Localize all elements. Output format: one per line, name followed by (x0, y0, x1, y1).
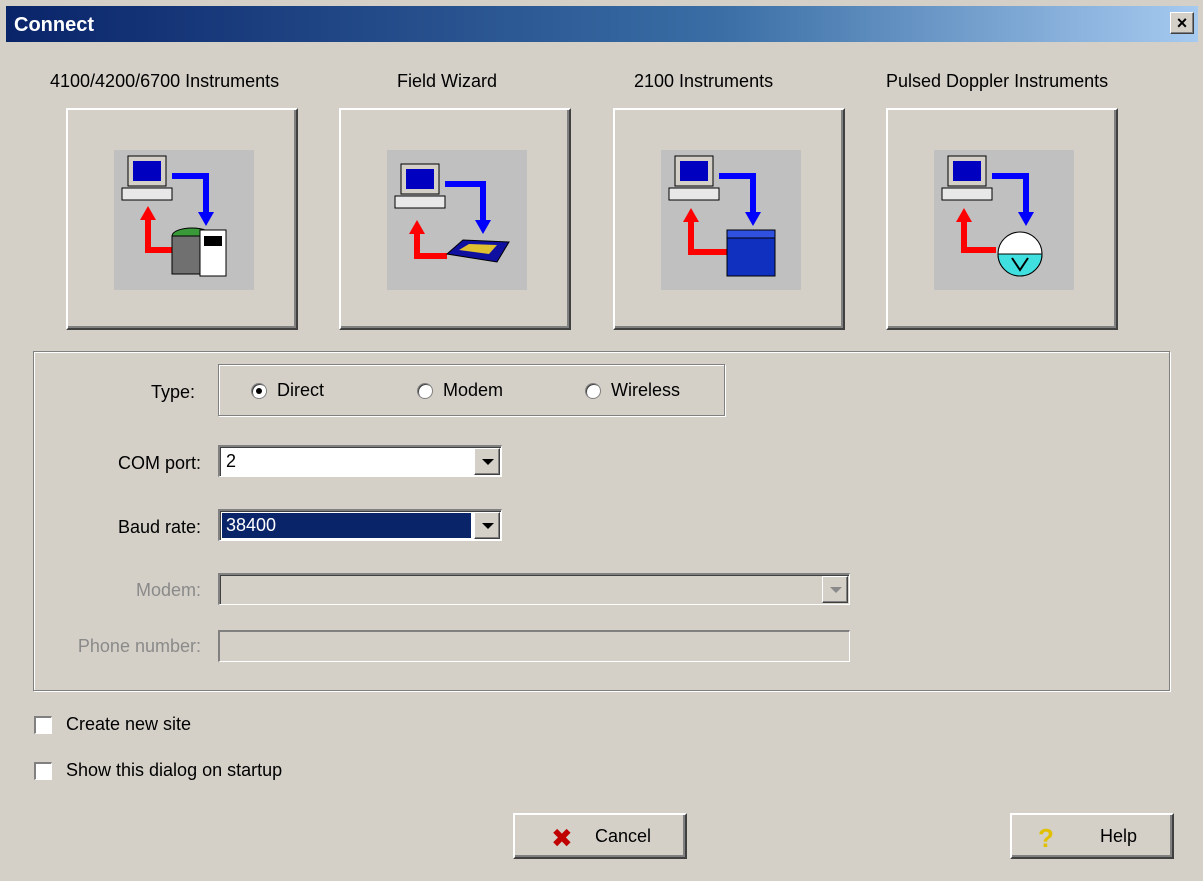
cancel-label: Cancel (595, 826, 652, 846)
instrument-button-field-wizard[interactable] (339, 108, 571, 330)
radio-direct[interactable]: Direct (251, 380, 324, 401)
radio-wireless[interactable]: Wireless (585, 380, 680, 401)
instrument-button-pulsed-doppler[interactable] (886, 108, 1118, 330)
instrument-label-pulsed-doppler: Pulsed Doppler Instruments (886, 71, 1109, 91)
window-title: Connect (14, 14, 94, 36)
help-button[interactable]: ? Help (1010, 813, 1174, 859)
close-icon: × (1176, 13, 1188, 33)
chevron-down-icon[interactable] (474, 448, 500, 475)
title-bar: Connect × (6, 6, 1198, 42)
radio-modem-label: Modem (443, 380, 504, 400)
show-on-startup-box[interactable] (34, 761, 52, 780)
chevron-down-icon[interactable] (474, 512, 500, 539)
radio-direct-label: Direct (277, 380, 325, 400)
cancel-button[interactable]: ✖ Cancel (513, 813, 687, 859)
instrument-label-4100: 4100/4200/6700 Instruments (50, 71, 280, 91)
type-radio-group: Direct Modem Wireless (218, 364, 725, 416)
doppler-connect-icon (934, 150, 1074, 290)
baud-rate-label: Baud rate: (117, 517, 201, 537)
com-port-select[interactable]: 2 (218, 445, 502, 477)
radio-modem-indicator[interactable] (417, 382, 433, 399)
type-label: Type: (150, 382, 195, 402)
radio-wireless-indicator[interactable] (585, 382, 601, 399)
radio-modem[interactable]: Modem (417, 380, 503, 401)
create-new-site-checkbox[interactable]: Create new site (34, 714, 191, 735)
create-new-site-box[interactable] (34, 715, 52, 734)
field-wizard-connect-icon (387, 150, 527, 290)
com-port-value: 2 (226, 451, 237, 471)
flow-module-connect-icon (661, 150, 801, 290)
com-port-label: COM port: (117, 453, 201, 473)
modem-select[interactable] (218, 573, 850, 605)
baud-rate-select[interactable]: 38400 (218, 509, 502, 541)
show-on-startup-checkbox[interactable]: Show this dialog on startup (34, 760, 282, 781)
create-new-site-label: Create new site (66, 714, 192, 734)
phone-number-label: Phone number: (77, 636, 201, 656)
modem-label: Modem: (135, 580, 201, 600)
instrument-button-2100[interactable] (613, 108, 845, 330)
phone-number-field[interactable] (218, 630, 850, 662)
instrument-button-4100[interactable] (66, 108, 298, 330)
instrument-label-field-wizard: Field Wizard (397, 71, 498, 91)
chevron-down-icon[interactable] (822, 576, 848, 603)
question-icon: ? (1038, 823, 1054, 853)
help-label: Help (1100, 826, 1138, 846)
sampler-connect-icon (114, 150, 254, 290)
show-on-startup-label: Show this dialog on startup (66, 760, 283, 780)
radio-direct-indicator[interactable] (251, 382, 267, 399)
close-button[interactable]: × (1170, 12, 1194, 34)
x-icon: ✖ (551, 823, 573, 853)
radio-wireless-label: Wireless (611, 380, 681, 400)
instrument-label-2100: 2100 Instruments (634, 71, 774, 91)
baud-rate-value: 38400 (222, 513, 471, 538)
